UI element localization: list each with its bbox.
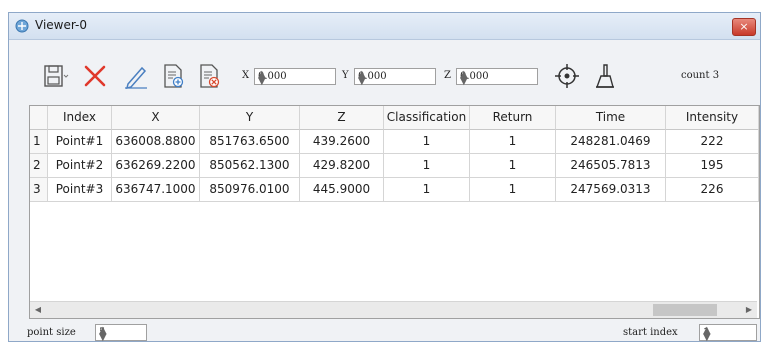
z-coordinate-field[interactable]: Z 0.000 ▲ ▼ [444, 68, 540, 87]
cell-index[interactable]: Point#1 [48, 130, 112, 154]
cell-index[interactable]: Point#2 [48, 154, 112, 178]
points-table: Index X Y Z Classification Return Time I… [29, 105, 760, 319]
remove-file-icon[interactable] [195, 62, 223, 90]
row-number[interactable]: 3 [30, 178, 48, 202]
column-header-return[interactable]: Return [470, 106, 556, 130]
point-size-input[interactable]: 5 ▲ ▼ [95, 324, 147, 343]
app-icon [15, 19, 29, 33]
column-header-index[interactable]: Index [48, 106, 112, 130]
delete-icon[interactable] [81, 62, 109, 90]
z-spinner-icon[interactable]: ▲ ▼ [460, 70, 535, 87]
corner-cell [30, 106, 48, 130]
start-index-input[interactable]: 1 ▲ ▼ [699, 324, 757, 343]
y-label: Y [342, 70, 349, 81]
y-input[interactable]: 0.000 ▲ ▼ [354, 68, 436, 87]
cell-x[interactable]: 636747.1000 [112, 178, 200, 202]
column-header-x[interactable]: X [112, 106, 200, 130]
cell-return[interactable]: 1 [470, 178, 556, 202]
x-spinner-icon[interactable]: ▲ ▼ [258, 70, 333, 87]
row-number[interactable]: 1 [30, 130, 48, 154]
y-spinner-icon[interactable]: ▲ ▼ [358, 70, 433, 87]
column-header-z[interactable]: Z [300, 106, 384, 130]
edit-icon[interactable] [122, 62, 150, 90]
crosshair-icon[interactable] [553, 62, 581, 90]
z-input[interactable]: 0.000 ▲ ▼ [456, 68, 538, 87]
cell-time[interactable]: 248281.0469 [556, 130, 666, 154]
cell-time[interactable]: 247569.0313 [556, 178, 666, 202]
title-bar[interactable]: Viewer-0 × [9, 13, 760, 40]
save-icon[interactable] [41, 62, 69, 90]
x-input[interactable]: 0.000 ▲ ▼ [254, 68, 336, 87]
column-header-intensity[interactable]: Intensity [666, 106, 759, 130]
cell-classification[interactable]: 1 [384, 154, 470, 178]
cell-y[interactable]: 850562.1300 [200, 154, 300, 178]
cell-y[interactable]: 850976.0100 [200, 178, 300, 202]
column-header-classification[interactable]: Classification [384, 106, 470, 130]
window-title: Viewer-0 [35, 18, 87, 32]
cell-intensity[interactable]: 195 [666, 154, 759, 178]
cell-return[interactable]: 1 [470, 154, 556, 178]
cell-z[interactable]: 439.2600 [300, 130, 384, 154]
cell-z[interactable]: 429.8200 [300, 154, 384, 178]
scroll-left-icon[interactable]: ◀ [30, 302, 46, 318]
close-button[interactable]: × [732, 18, 756, 36]
column-header-time[interactable]: Time [556, 106, 666, 130]
column-header-y[interactable]: Y [200, 106, 300, 130]
scroll-right-icon[interactable]: ▶ [741, 302, 757, 318]
start-index-spinner-icon[interactable]: ▲ ▼ [703, 326, 754, 343]
brush-icon[interactable] [591, 62, 619, 90]
point-size-spinner-icon[interactable]: ▲ ▼ [99, 326, 144, 343]
z-label: Z [444, 70, 451, 81]
cell-intensity[interactable]: 226 [666, 178, 759, 202]
cell-time[interactable]: 246505.7813 [556, 154, 666, 178]
toolbar: X 0.000 ▲ ▼ Y 0.000 ▲ ▼ Z 0.000 ▲ ▼ coun… [9, 39, 760, 105]
cell-z[interactable]: 445.9000 [300, 178, 384, 202]
cell-intensity[interactable]: 222 [666, 130, 759, 154]
row-number[interactable]: 2 [30, 154, 48, 178]
cell-x[interactable]: 636269.2200 [112, 154, 200, 178]
cell-y[interactable]: 851763.6500 [200, 130, 300, 154]
horizontal-scrollbar[interactable]: ◀ ▶ [30, 301, 757, 318]
start-index-label: start index [623, 327, 678, 338]
cell-x[interactable]: 636008.8800 [112, 130, 200, 154]
x-label: X [242, 70, 250, 81]
cell-classification[interactable]: 1 [384, 178, 470, 202]
cell-return[interactable]: 1 [470, 130, 556, 154]
add-file-icon[interactable] [159, 62, 187, 90]
point-count: count 3 [681, 70, 720, 81]
viewer-window: Viewer-0 × X 0.000 ▲ ▼ Y 0.000 ▲ ▼ Z 0.0… [8, 12, 761, 343]
point-size-label: point size [27, 327, 76, 338]
cell-index[interactable]: Point#3 [48, 178, 112, 202]
y-coordinate-field[interactable]: Y 0.000 ▲ ▼ [342, 68, 438, 87]
cell-classification[interactable]: 1 [384, 130, 470, 154]
footer-bar: point size 5 ▲ ▼ start index 1 ▲ ▼ [9, 319, 760, 343]
x-coordinate-field[interactable]: X 0.000 ▲ ▼ [242, 68, 338, 87]
scrollbar-thumb[interactable] [653, 304, 717, 316]
